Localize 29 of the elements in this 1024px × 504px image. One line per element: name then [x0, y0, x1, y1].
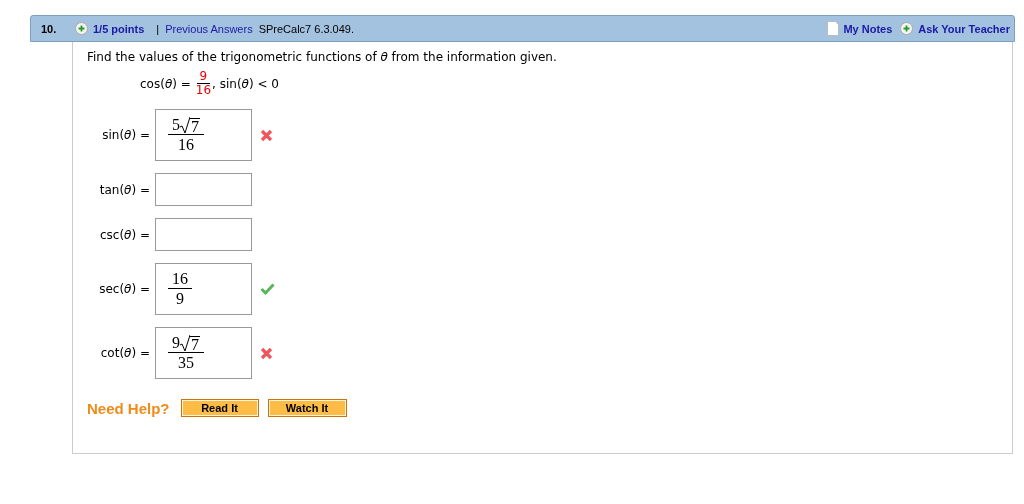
answer-field[interactable]: 5 7 16 — [155, 109, 252, 161]
radical-sign — [180, 116, 190, 134]
help-button[interactable]: Read It — [180, 399, 259, 417]
function-label: tan(θ) = — [98, 182, 150, 197]
previous-answers-link[interactable]: Previous Answers — [165, 22, 253, 35]
answer-field[interactable]: 9 7 35 — [155, 327, 252, 379]
given-lhs: cos(θ) = — [140, 76, 191, 91]
function-label: csc(θ) = — [98, 227, 150, 242]
points-link[interactable]: 1/5 points — [93, 22, 145, 35]
my-notes-link[interactable]: My Notes — [843, 22, 893, 35]
separator: | — [156, 22, 160, 35]
answer-field[interactable] — [155, 218, 252, 251]
given-fraction: 9 16 — [195, 70, 212, 97]
question-number: 10. — [41, 22, 58, 35]
need-help-label: Need Help? — [87, 399, 170, 417]
reference-text: SPreCalc7 6.3.049. — [258, 22, 355, 35]
question-text: Find the values of the trigonometric functions of θ from the information given. — [87, 50, 558, 64]
function-label: sin(θ) = — [101, 128, 150, 142]
help-button[interactable]: Watch It — [267, 399, 347, 417]
radical-sign — [180, 334, 190, 352]
plus-icon — [900, 22, 914, 35]
plus-icon — [75, 22, 88, 35]
answer-field[interactable]: 16 9 — [155, 263, 252, 315]
ask-teacher-link[interactable]: Ask Your Teacher — [918, 22, 1010, 35]
given-rest: , sin(θ) < 0 — [212, 76, 279, 91]
note-icon — [827, 21, 840, 36]
answer-field[interactable] — [155, 173, 252, 206]
function-label: cot(θ) = — [99, 346, 150, 360]
function-label: sec(θ) = — [98, 282, 150, 296]
